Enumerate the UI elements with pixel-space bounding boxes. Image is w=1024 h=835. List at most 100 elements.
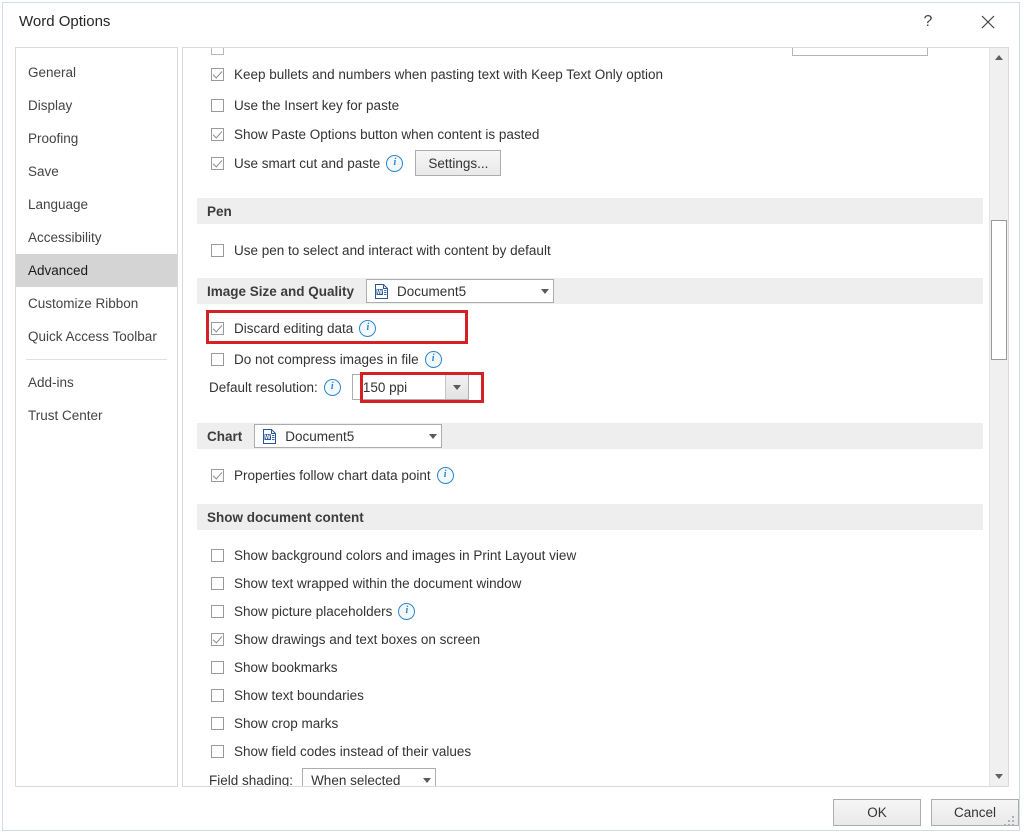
close-icon <box>981 15 995 29</box>
checkbox-show-text-boundaries[interactable] <box>211 689 224 702</box>
chart-scope-value: Document5 <box>283 429 424 444</box>
option-label: Properties follow chart data point <box>234 468 431 483</box>
option-show-text-boundaries[interactable]: Show text boundaries <box>211 681 364 709</box>
checkbox-smart-cut-paste[interactable] <box>211 157 224 170</box>
sidebar-item-advanced[interactable]: Advanced <box>16 254 177 287</box>
section-header-image-size-and-quality: Image Size and Quality W Document5 <box>197 278 983 304</box>
info-icon[interactable]: i <box>437 467 454 484</box>
option-show-bookmarks[interactable]: Show bookmarks <box>211 653 338 681</box>
sidebar-item-save[interactable]: Save <box>16 155 177 188</box>
option-label: Show crop marks <box>234 716 338 731</box>
help-button[interactable]: ? <box>905 3 951 41</box>
checkbox-do-not-compress-images[interactable] <box>211 353 224 366</box>
clipped-button-above <box>792 47 928 56</box>
scroll-up-button[interactable] <box>990 48 1008 67</box>
chevron-down-icon[interactable] <box>536 280 553 302</box>
field-shading-combo[interactable]: When selected <box>302 768 436 788</box>
default-resolution-row: Default resolution: i 150 ppi <box>209 373 469 401</box>
image-size-scope-combo[interactable]: W Document5 <box>366 279 554 303</box>
sidebar-item-proofing[interactable]: Proofing <box>16 122 177 155</box>
info-icon[interactable]: i <box>386 155 403 172</box>
info-icon[interactable]: i <box>398 603 415 620</box>
sidebar-item-quick-access-toolbar[interactable]: Quick Access Toolbar <box>16 320 177 353</box>
scroll-down-button[interactable] <box>990 767 1008 786</box>
default-resolution-combo[interactable]: 150 ppi <box>352 374 469 400</box>
default-resolution-value: 150 ppi <box>353 380 445 395</box>
field-shading-value: When selected <box>303 773 418 788</box>
option-label: Use the Insert key for paste <box>234 98 399 113</box>
close-button[interactable] <box>965 3 1011 41</box>
section-title: Show document content <box>207 510 364 525</box>
info-icon[interactable]: i <box>359 320 376 337</box>
checkbox-keep-bullets-numbers[interactable] <box>211 68 224 81</box>
svg-text:W: W <box>377 290 383 296</box>
option-properties-follow-chart-data-point[interactable]: Properties follow chart data point i <box>211 461 454 489</box>
section-title: Image Size and Quality <box>207 284 354 299</box>
options-scroll-content: Keep bullets and numbers when pasting te… <box>183 48 989 786</box>
option-use-pen-to-select[interactable]: Use pen to select and interact with cont… <box>211 236 551 264</box>
checkbox-show-crop-marks[interactable] <box>211 717 224 730</box>
smart-cut-paste-settings-button[interactable]: Settings... <box>415 150 501 176</box>
checkbox-show-text-wrapped[interactable] <box>211 577 224 590</box>
sidebar-divider <box>26 359 167 360</box>
sidebar-item-trust-center[interactable]: Trust Center <box>16 399 177 432</box>
chevron-down-icon[interactable] <box>424 425 441 447</box>
resize-grip-icon <box>1004 816 1016 828</box>
section-header-pen: Pen <box>197 198 983 224</box>
chevron-down-icon[interactable] <box>445 375 468 399</box>
options-navigation-sidebar: General Display Proofing Save Language A… <box>15 47 178 787</box>
sidebar-item-add-ins[interactable]: Add-ins <box>16 366 177 399</box>
info-icon[interactable]: i <box>324 379 341 396</box>
option-insert-key-paste[interactable]: Use the Insert key for paste <box>211 91 399 119</box>
svg-text:W: W <box>265 435 271 441</box>
option-do-not-compress-images[interactable]: Do not compress images in file i <box>211 345 442 373</box>
chart-scope-combo[interactable]: W Document5 <box>254 424 442 448</box>
checkbox-show-background-colors[interactable] <box>211 549 224 562</box>
checkbox-show-field-codes[interactable] <box>211 745 224 758</box>
option-show-paste-options-button[interactable]: Show Paste Options button when content i… <box>211 120 539 148</box>
sidebar-item-general[interactable]: General <box>16 56 177 89</box>
option-label: Show bookmarks <box>234 660 338 675</box>
ok-button[interactable]: OK <box>833 799 921 826</box>
option-keep-bullets-numbers[interactable]: Keep bullets and numbers when pasting te… <box>211 60 663 88</box>
option-label: Show picture placeholders <box>234 604 392 619</box>
section-title: Chart <box>207 429 242 444</box>
checkbox-insert-key-paste[interactable] <box>211 99 224 112</box>
checkbox-discard-editing-data[interactable] <box>211 322 224 335</box>
clipped-checkbox-above <box>211 47 224 55</box>
field-shading-row: Field shading: When selected <box>209 766 436 787</box>
checkbox-show-paste-options[interactable] <box>211 128 224 141</box>
checkbox-show-picture-placeholders[interactable] <box>211 605 224 618</box>
checkbox-show-drawings-text-boxes[interactable] <box>211 633 224 646</box>
option-label: Show text wrapped within the document wi… <box>234 576 521 591</box>
option-show-background-colors[interactable]: Show background colors and images in Pri… <box>211 541 576 569</box>
option-label: Use smart cut and paste <box>234 156 380 171</box>
image-size-scope-value: Document5 <box>395 284 536 299</box>
vertical-scrollbar[interactable] <box>989 48 1008 786</box>
chevron-down-icon[interactable] <box>418 769 435 788</box>
option-show-drawings-text-boxes[interactable]: Show drawings and text boxes on screen <box>211 625 480 653</box>
option-discard-editing-data[interactable]: Discard editing data i <box>211 314 376 342</box>
sidebar-item-customize-ribbon[interactable]: Customize Ribbon <box>16 287 177 320</box>
checkbox-use-pen-to-select[interactable] <box>211 244 224 257</box>
option-smart-cut-paste[interactable]: Use smart cut and paste i Settings... <box>211 149 501 177</box>
dialog-title: Word Options <box>19 13 110 30</box>
checkbox-properties-follow-chart-data-point[interactable] <box>211 469 224 482</box>
option-show-crop-marks[interactable]: Show crop marks <box>211 709 338 737</box>
option-label: Use pen to select and interact with cont… <box>234 243 551 258</box>
option-label: Discard editing data <box>234 321 353 336</box>
scrollbar-thumb[interactable] <box>991 220 1007 360</box>
sidebar-item-language[interactable]: Language <box>16 188 177 221</box>
option-show-field-codes[interactable]: Show field codes instead of their values <box>211 737 471 765</box>
question-mark-icon: ? <box>924 13 933 31</box>
info-icon[interactable]: i <box>425 351 442 368</box>
sidebar-item-display[interactable]: Display <box>16 89 177 122</box>
checkbox-show-bookmarks[interactable] <box>211 661 224 674</box>
option-label: Show text boundaries <box>234 688 364 703</box>
option-label: Do not compress images in file <box>234 352 419 367</box>
option-show-text-wrapped[interactable]: Show text wrapped within the document wi… <box>211 569 521 597</box>
option-label: Show field codes instead of their values <box>234 744 471 759</box>
sidebar-item-accessibility[interactable]: Accessibility <box>16 221 177 254</box>
section-title: Pen <box>207 204 232 219</box>
option-show-picture-placeholders[interactable]: Show picture placeholders i <box>211 597 415 625</box>
